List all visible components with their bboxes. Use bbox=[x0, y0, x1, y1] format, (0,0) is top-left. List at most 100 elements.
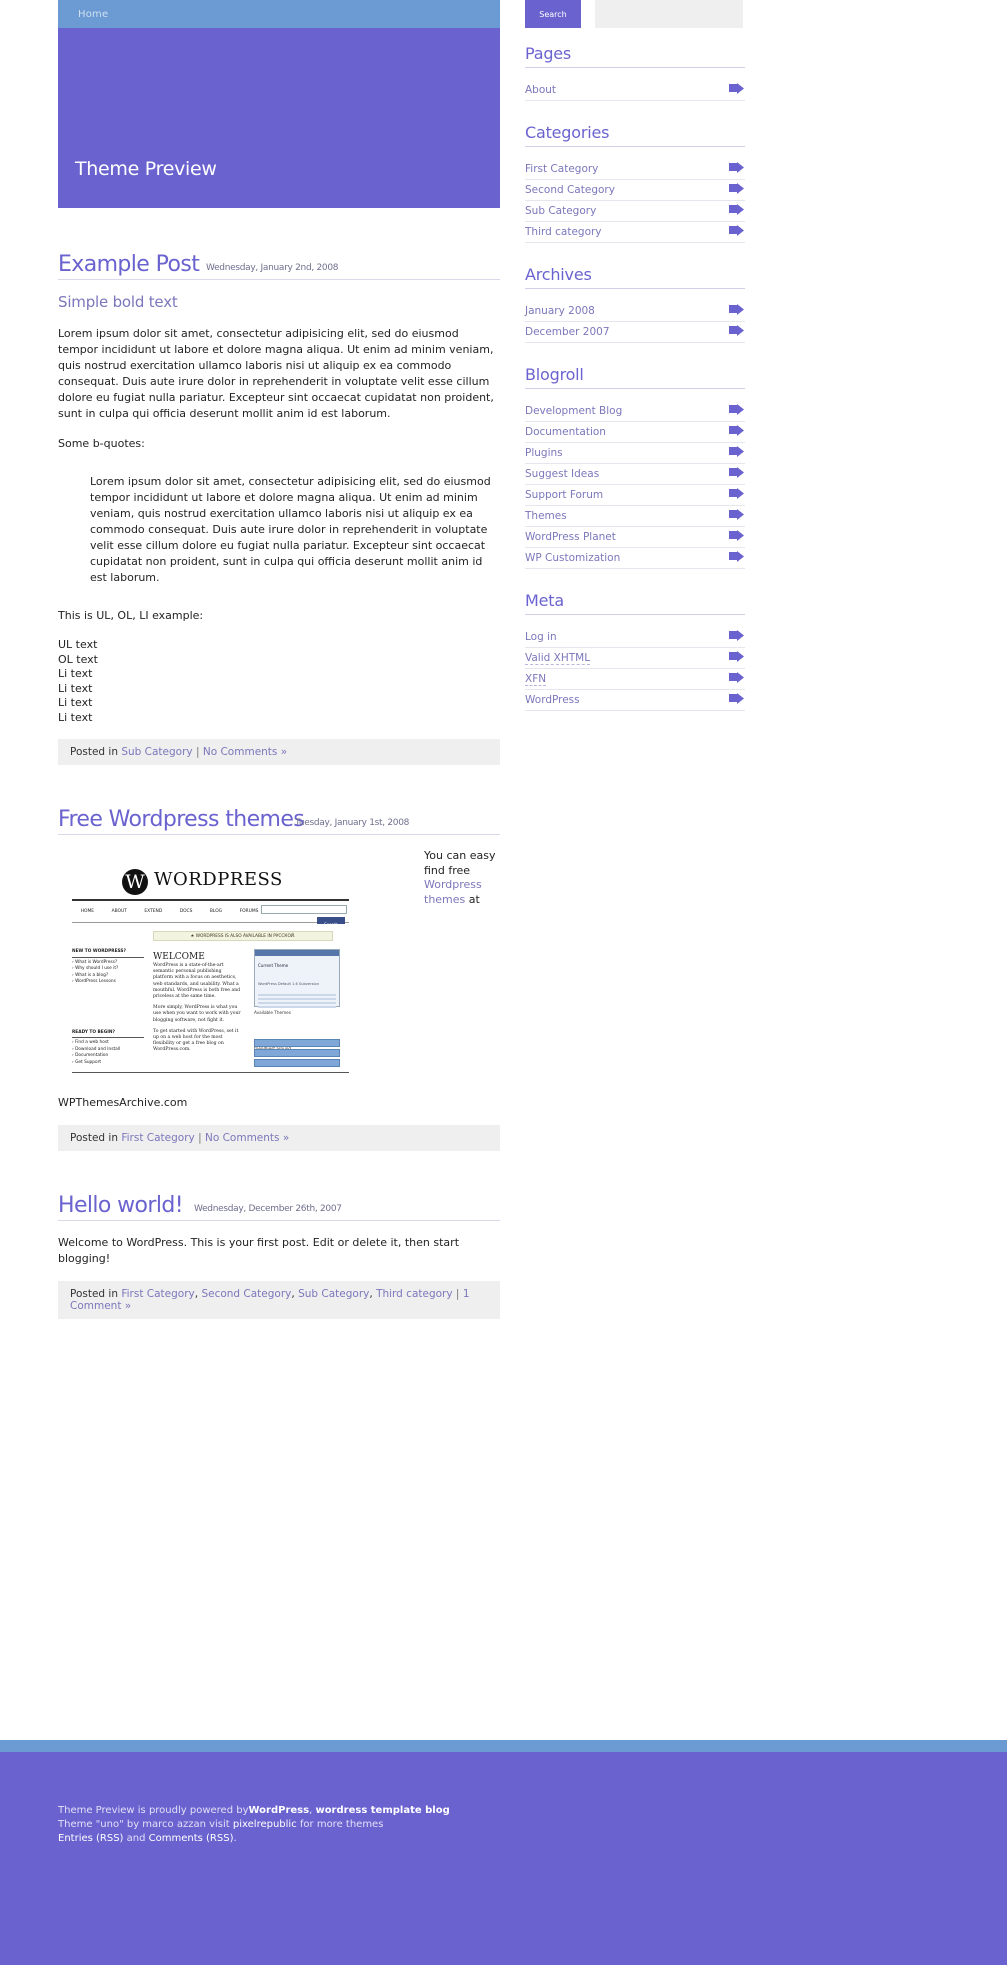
main-content: Example Post Wednesday, January 2nd, 200… bbox=[58, 250, 500, 1359]
sidebar-link-second-category[interactable]: Second Category bbox=[525, 184, 615, 196]
sidebar-link-xfn[interactable]: XFN bbox=[525, 673, 547, 686]
post-paragraph: Lorem ipsum dolor sit amet, consectetur … bbox=[58, 327, 494, 420]
list-item[interactable]: WP Customization bbox=[525, 548, 745, 569]
list-item[interactable]: WordPress bbox=[525, 690, 745, 711]
post-title[interactable]: Example Post bbox=[58, 252, 200, 277]
arrow-right-icon bbox=[729, 83, 745, 94]
list-item[interactable]: First Category bbox=[525, 159, 745, 180]
arrow-right-icon bbox=[729, 325, 745, 336]
list-item[interactable]: Third category bbox=[525, 222, 745, 243]
footer-link-template-blog[interactable]: wordress template blog bbox=[315, 1805, 449, 1816]
sidebar-link-about[interactable]: About bbox=[525, 84, 556, 96]
site-title: Theme Preview bbox=[75, 158, 217, 180]
footer-link-comments-rss[interactable]: Comments (RSS) bbox=[149, 1833, 234, 1844]
nav-item-home[interactable]: Home bbox=[78, 9, 108, 20]
footer-text: Theme "uno" by marco azzan visit bbox=[58, 1819, 233, 1830]
footer-link-wordpress[interactable]: WordPress bbox=[249, 1805, 310, 1816]
post-meta-category[interactable]: Second Category bbox=[201, 1288, 291, 1300]
list-item[interactable]: Log in bbox=[525, 627, 745, 648]
list-item[interactable]: Plugins bbox=[525, 443, 745, 464]
post-meta-comments[interactable]: No Comments » bbox=[203, 746, 287, 758]
wordpress-screenshot-search-button: Search bbox=[317, 917, 345, 927]
post-meta-prefix: Posted in bbox=[70, 1288, 122, 1300]
sidebar-link-documentation[interactable]: Documentation bbox=[525, 426, 606, 438]
wordpress-screenshot-search-field bbox=[261, 905, 347, 914]
footer-inner: Theme Preview is proudly powered byWordP… bbox=[0, 1752, 1007, 1846]
arrow-right-icon bbox=[729, 693, 745, 704]
post-meta-prefix: Posted in bbox=[70, 746, 122, 758]
post-title[interactable]: Free Wordpress themes bbox=[58, 807, 305, 832]
post-subheading: Simple bold text bbox=[58, 293, 178, 311]
wordpress-screenshot-figure: W WORDPRESS HOME ABOUT EXTEND DOCS BLOG … bbox=[58, 849, 500, 1089]
post-date: Tuesday, January 1st, 2008 bbox=[295, 818, 410, 828]
wordpress-homepage-screenshot: W WORDPRESS HOME ABOUT EXTEND DOCS BLOG … bbox=[58, 849, 363, 1081]
list-item[interactable]: Themes bbox=[525, 506, 745, 527]
post-meta-comments[interactable]: No Comments » bbox=[205, 1132, 289, 1144]
top-navigation-bar: Home bbox=[58, 0, 500, 28]
list-item[interactable]: December 2007 bbox=[525, 322, 745, 343]
list-item: Li text bbox=[58, 681, 93, 695]
post-title[interactable]: Hello world! bbox=[58, 1193, 184, 1218]
sidebar-link-third-category[interactable]: Third category bbox=[525, 226, 602, 238]
post-meta-category[interactable]: First Category bbox=[121, 1132, 194, 1144]
footer-link-pixelrepublic[interactable]: pixelrepublic bbox=[233, 1819, 297, 1830]
list-item: OL text bbox=[58, 652, 98, 666]
sidebar-link-wordpress[interactable]: WordPress bbox=[525, 694, 580, 706]
admin-panel-title: Current Theme bbox=[258, 963, 289, 968]
footer-text: . bbox=[233, 1833, 237, 1844]
list-item[interactable]: Documentation bbox=[525, 422, 745, 443]
wordpress-logo-row: W WORDPRESS bbox=[72, 869, 349, 901]
list-item[interactable]: Sub Category bbox=[525, 201, 745, 222]
arrow-right-icon bbox=[729, 630, 745, 641]
post-meta-prefix: Posted in bbox=[70, 1132, 122, 1144]
sidebar-link-first-category[interactable]: First Category bbox=[525, 163, 598, 175]
list-item[interactable]: Valid XHTML bbox=[525, 648, 745, 669]
arrow-right-icon bbox=[729, 425, 745, 436]
post-list: UL text OL text Li text Li text Li text … bbox=[58, 638, 500, 725]
list-item[interactable]: January 2008 bbox=[525, 301, 745, 322]
sidebar-link-sub-category[interactable]: Sub Category bbox=[525, 205, 596, 217]
sidebar-link-themes[interactable]: Themes bbox=[525, 510, 567, 522]
arrow-right-icon bbox=[729, 488, 745, 499]
sidebar-link-development-blog[interactable]: Development Blog bbox=[525, 405, 622, 417]
search-input[interactable] bbox=[595, 0, 743, 28]
post-meta: Posted in Sub Category | No Comments » bbox=[58, 739, 500, 765]
thumbnail bbox=[254, 1039, 340, 1047]
sidebar-link-log-in[interactable]: Log in bbox=[525, 631, 557, 643]
footer-line-1: Theme Preview is proudly powered byWordP… bbox=[58, 1804, 1007, 1818]
arrow-right-icon bbox=[729, 225, 745, 236]
footer-link-entries-rss[interactable]: Entries (RSS) bbox=[58, 1833, 123, 1844]
nav-item: DOCS bbox=[179, 909, 193, 914]
caption-text: You can easy find free bbox=[424, 849, 496, 877]
screenshot-divider bbox=[72, 1072, 349, 1073]
search-button[interactable]: Search bbox=[525, 0, 581, 28]
list-item[interactable]: Suggest Ideas bbox=[525, 464, 745, 485]
post-meta-category[interactable]: Sub Category bbox=[121, 746, 192, 758]
sidebar-link-suggest-ideas[interactable]: Suggest Ideas bbox=[525, 468, 599, 480]
sidebar-link-valid-xhtml[interactable]: Valid XHTML bbox=[525, 652, 591, 665]
sidebar-link-wordpress-planet[interactable]: WordPress Planet bbox=[525, 531, 616, 543]
list-item[interactable]: XFN bbox=[525, 669, 745, 690]
sidebar-link-support-forum[interactable]: Support Forum bbox=[525, 489, 603, 501]
arrow-right-icon bbox=[729, 551, 745, 562]
list-item[interactable]: Second Category bbox=[525, 180, 745, 201]
admin-panel-line bbox=[258, 994, 336, 996]
sidebar-link-january-2008[interactable]: January 2008 bbox=[525, 305, 595, 317]
sidebar-link-december-2007[interactable]: December 2007 bbox=[525, 326, 610, 338]
admin-panel-subtitle: WordPress Default 1.6 Subversion bbox=[258, 982, 319, 986]
sidebar-link-wp-customization[interactable]: WP Customization bbox=[525, 552, 620, 564]
list-item[interactable]: Support Forum bbox=[525, 485, 745, 506]
post-meta-category[interactable]: Third category bbox=[376, 1288, 453, 1300]
sidebar-link-plugins[interactable]: Plugins bbox=[525, 447, 563, 459]
wordpress-logo-icon: W bbox=[122, 869, 148, 895]
list-item[interactable]: WordPress Planet bbox=[525, 527, 745, 548]
widget-title-pages: Pages bbox=[525, 44, 745, 68]
widget-title-archives: Archives bbox=[525, 265, 745, 289]
post-hello-world: Hello world! Wednesday, December 26th, 2… bbox=[58, 1191, 500, 1319]
list-item[interactable]: Development Blog bbox=[525, 401, 745, 422]
widget-list-meta: Log in Valid XHTML XFN WordPress bbox=[525, 627, 745, 711]
post-meta-category[interactable]: Sub Category bbox=[298, 1288, 369, 1300]
post-free-wordpress-themes: Free Wordpress themes Tuesday, January 1… bbox=[58, 805, 500, 1151]
list-item[interactable]: About bbox=[525, 80, 745, 101]
post-meta-category[interactable]: First Category bbox=[121, 1288, 194, 1300]
